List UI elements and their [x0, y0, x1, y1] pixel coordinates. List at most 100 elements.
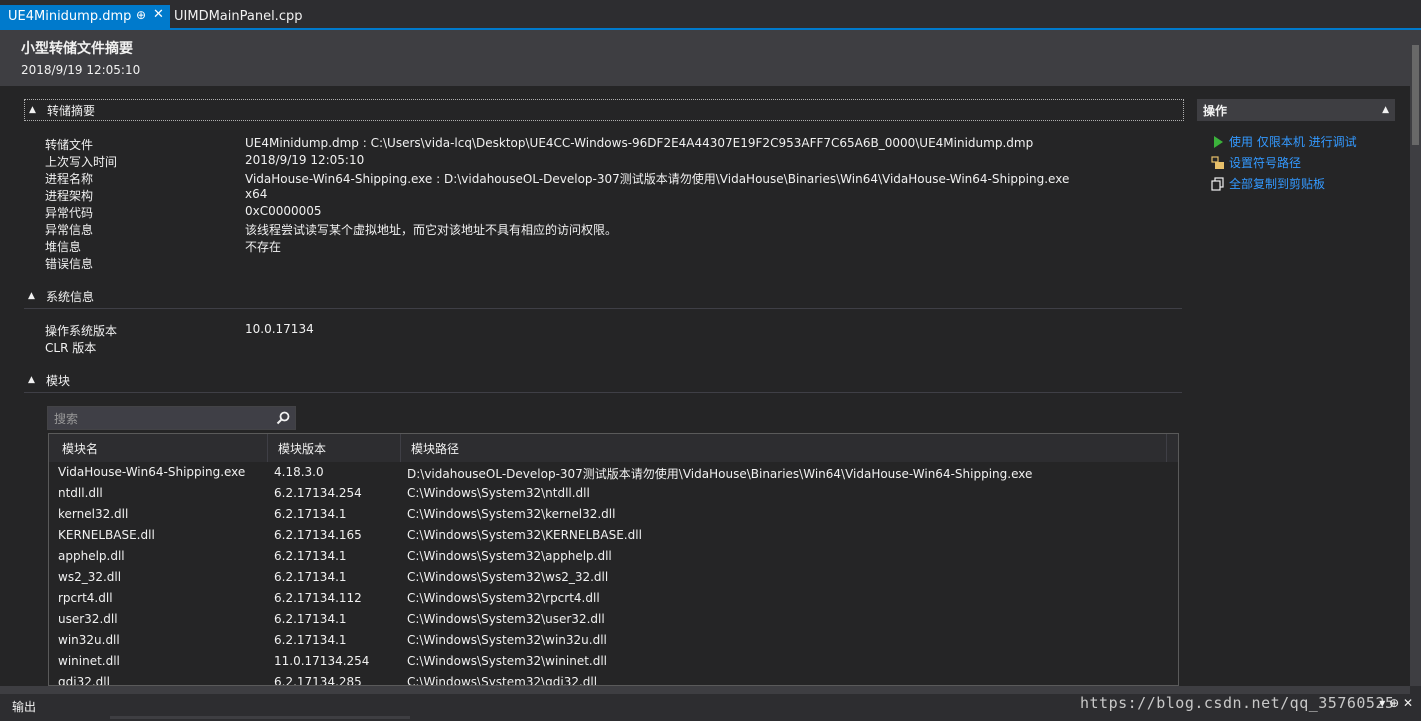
- set-symbol-path-link[interactable]: 设置符号路径: [1211, 154, 1301, 171]
- divider: [24, 308, 1182, 309]
- clr-version-label: CLR 版本: [45, 341, 97, 355]
- module-version-cell: 6.2.17134.254: [274, 486, 362, 500]
- chevron-up-icon: ▲: [29, 105, 36, 115]
- module-path-cell: C:\Windows\System32\wininet.dll: [407, 654, 608, 668]
- table-row[interactable]: wininet.dll 11.0.17134.254 C:\Windows\Sy…: [49, 651, 1178, 672]
- column-header-module-version[interactable]: 模块版本: [268, 434, 401, 462]
- tab-label: UE4Minidump.dmp: [8, 9, 132, 24]
- module-path-cell: C:\Windows\System32\ws2_32.dll: [407, 570, 609, 584]
- last-write-label: 上次写入时间: [45, 155, 118, 169]
- action-label: 设置符号路径: [1229, 156, 1302, 170]
- module-path-cell: C:\Windows\System32\gdi32.dll: [407, 675, 598, 686]
- exception-code-label: 异常代码: [45, 206, 94, 220]
- table-header: 模块名 模块版本 模块路径: [49, 434, 1178, 462]
- module-name-cell: rpcrt4.dll: [58, 591, 113, 605]
- copy-all-to-clipboard-link[interactable]: 全部复制到剪贴板: [1211, 175, 1325, 192]
- dump-file-value: UE4Minidump.dmp : C:\Users\vida-lcq\Desk…: [245, 136, 1034, 150]
- table-row[interactable]: ws2_32.dll 6.2.17134.1 C:\Windows\System…: [49, 567, 1178, 588]
- actions-panel-header[interactable]: 操作 ▲: [1197, 99, 1395, 121]
- exception-info-label: 异常信息: [45, 223, 94, 237]
- column-header-module-name[interactable]: 模块名: [49, 434, 268, 462]
- table-row[interactable]: apphelp.dll 6.2.17134.1 C:\Windows\Syste…: [49, 546, 1178, 567]
- column-header-module-path[interactable]: 模块路径: [401, 434, 1167, 462]
- symbol-path-icon: [1211, 155, 1225, 170]
- page-title: 小型转储文件摘要: [21, 41, 133, 57]
- header-timestamp: 2018/9/19 12:05:10: [21, 63, 141, 77]
- process-name-label: 进程名称: [45, 172, 94, 186]
- horizontal-scrollbar[interactable]: [0, 686, 1410, 694]
- dump-file-label: 转储文件: [45, 138, 94, 152]
- module-path-cell: C:\Windows\System32\rpcrt4.dll: [407, 591, 600, 605]
- section-system-info[interactable]: ▲ 系统信息: [24, 286, 1182, 306]
- module-name-cell: wininet.dll: [58, 654, 120, 668]
- table-row[interactable]: KERNELBASE.dll 6.2.17134.165 C:\Windows\…: [49, 525, 1178, 546]
- divider: [24, 392, 1182, 393]
- exception-info-value: 该线程尝试读写某个虚拟地址，而它对该地址不具有相应的访问权限。: [245, 223, 618, 237]
- module-name-cell: ws2_32.dll: [58, 570, 122, 584]
- module-version-cell: 6.2.17134.285: [274, 675, 362, 686]
- table-row[interactable]: gdi32.dll 6.2.17134.285 C:\Windows\Syste…: [49, 672, 1178, 686]
- os-version-value: 10.0.17134: [245, 322, 314, 336]
- module-path-cell: D:\vidahouseOL-Develop-307测试版本请勿使用\VidaH…: [407, 467, 1033, 481]
- play-icon: [1211, 135, 1225, 149]
- table-row[interactable]: user32.dll 6.2.17134.1 C:\Windows\System…: [49, 609, 1178, 630]
- module-version-cell: 6.2.17134.1: [274, 570, 347, 584]
- section-title: 转储摘要: [47, 103, 96, 118]
- document-tab-bar: UE4Minidump.dmp ⊕ ✕ UIMDMainPanel.cpp: [0, 0, 1421, 28]
- module-path-cell: C:\Windows\System32\user32.dll: [407, 612, 605, 626]
- table-row[interactable]: VidaHouse-Win64-Shipping.exe 4.18.3.0 D:…: [49, 462, 1178, 483]
- table-row[interactable]: kernel32.dll 6.2.17134.1 C:\Windows\Syst…: [49, 504, 1178, 525]
- module-version-cell: 4.18.3.0: [274, 465, 324, 479]
- module-name-cell: win32u.dll: [58, 633, 120, 647]
- process-arch-label: 进程架构: [45, 189, 94, 203]
- output-tab-strip: [110, 716, 410, 719]
- module-version-cell: 6.2.17134.1: [274, 612, 347, 626]
- module-path-cell: C:\Windows\System32\apphelp.dll: [407, 549, 612, 563]
- module-name-cell: VidaHouse-Win64-Shipping.exe: [58, 465, 246, 479]
- module-path-cell: C:\Windows\System32\ntdll.dll: [407, 486, 590, 500]
- table-row[interactable]: win32u.dll 6.2.17134.1 C:\Windows\System…: [49, 630, 1178, 651]
- table-row[interactable]: ntdll.dll 6.2.17134.254 C:\Windows\Syste…: [49, 483, 1178, 504]
- section-dump-summary[interactable]: ▲ 转储摘要: [24, 99, 1184, 121]
- output-panel-title[interactable]: 输出: [12, 698, 36, 715]
- module-version-cell: 6.2.17134.1: [274, 633, 347, 647]
- action-label: 使用 仅限本机 进行调试: [1229, 135, 1357, 149]
- process-name-value: VidaHouse-Win64-Shipping.exe : D:\vidaho…: [245, 172, 1070, 186]
- module-version-cell: 6.2.17134.112: [274, 591, 362, 605]
- module-search: [47, 406, 296, 430]
- chevron-up-icon: ▲: [28, 375, 35, 385]
- module-name-cell: KERNELBASE.dll: [58, 528, 155, 542]
- action-label: 全部复制到剪贴板: [1229, 177, 1326, 191]
- module-version-cell: 6.2.17134.1: [274, 507, 347, 521]
- module-name-cell: apphelp.dll: [58, 549, 125, 563]
- section-title: 系统信息: [46, 289, 95, 304]
- actions-panel-title: 操作: [1203, 103, 1228, 118]
- panel-pin-icon[interactable]: ▾ ⊕ ✕: [1379, 696, 1413, 710]
- tab-uimdmainpanel[interactable]: UIMDMainPanel.cpp: [174, 5, 302, 28]
- module-name-cell: kernel32.dll: [58, 507, 129, 521]
- module-name-cell: ntdll.dll: [58, 486, 103, 500]
- last-write-value: 2018/9/19 12:05:10: [245, 153, 365, 167]
- search-input[interactable]: [52, 410, 276, 428]
- exception-code-value: 0xC0000005: [245, 204, 322, 218]
- error-info-label: 错误信息: [45, 257, 94, 271]
- process-arch-value: x64: [245, 187, 268, 201]
- tab-ue4minidump[interactable]: UE4Minidump.dmp ⊕ ✕: [0, 5, 170, 28]
- summary-header: 小型转储文件摘要 2018/9/19 12:05:10: [0, 30, 1410, 86]
- table-row[interactable]: rpcrt4.dll 6.2.17134.112 C:\Windows\Syst…: [49, 588, 1178, 609]
- scrollbar-thumb[interactable]: [1412, 45, 1419, 145]
- modules-table: 模块名 模块版本 模块路径 VidaHouse-Win64-Shipping.e…: [48, 433, 1179, 686]
- os-version-label: 操作系统版本: [45, 324, 118, 338]
- heap-info-label: 堆信息: [45, 240, 82, 254]
- pin-icon[interactable]: ⊕: [136, 8, 146, 22]
- debug-native-only-link[interactable]: 使用 仅限本机 进行调试: [1211, 133, 1357, 150]
- module-name-cell: user32.dll: [58, 612, 118, 626]
- module-path-cell: C:\Windows\System32\win32u.dll: [407, 633, 607, 647]
- section-modules[interactable]: ▲ 模块: [24, 370, 1182, 390]
- search-icon[interactable]: [275, 410, 291, 426]
- module-path-cell: C:\Windows\System32\KERNELBASE.dll: [407, 528, 642, 542]
- watermark: https://blog.csdn.net/qq_35760525: [1080, 694, 1395, 712]
- close-icon[interactable]: ✕: [153, 7, 164, 22]
- module-version-cell: 11.0.17134.254: [274, 654, 370, 668]
- heap-info-value: 不存在: [245, 240, 282, 254]
